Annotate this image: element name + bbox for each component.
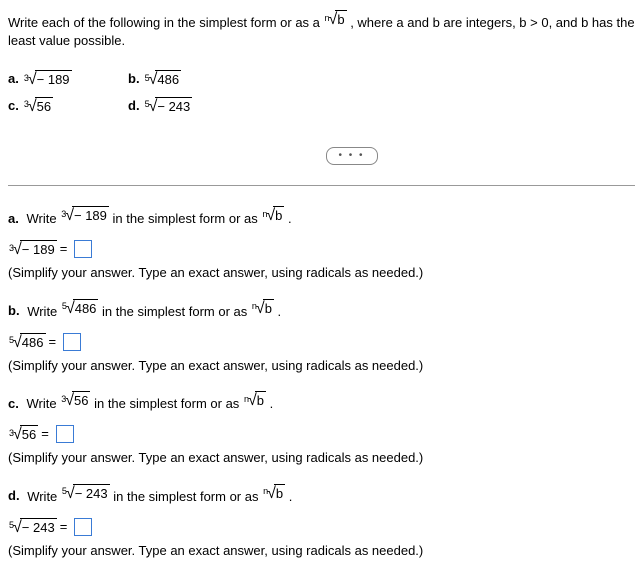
part-d-word: Write bbox=[27, 488, 57, 503]
part-a: a. Write 3√− 189 in the simplest form or… bbox=[8, 204, 635, 283]
part-d-nradicand: b bbox=[274, 484, 285, 503]
part-b-nradicand: b bbox=[263, 299, 274, 318]
part-c-mid: in the simplest form or as bbox=[94, 396, 239, 411]
part-c-word: Write bbox=[26, 396, 56, 411]
part-c-nradicand: b bbox=[255, 391, 266, 410]
problem-c: c. 3√56 bbox=[8, 95, 128, 117]
part-c-prompt: c. Write 3√56 in the simplest form or as… bbox=[8, 389, 635, 413]
part-c-note: (Simplify your answer. Type an exact ans… bbox=[8, 449, 635, 467]
part-d-answer-input[interactable] bbox=[74, 518, 92, 536]
part-c-equals: = bbox=[41, 425, 49, 443]
part-d-radicand: − 243 bbox=[73, 484, 110, 503]
problem-d-radical: 5√− 243 bbox=[144, 95, 193, 117]
part-d: d. Write 5√− 243 in the simplest form or… bbox=[8, 482, 635, 561]
part-b-equals: = bbox=[49, 333, 57, 351]
part-a-nradicand: b bbox=[273, 206, 284, 225]
part-d-nroot: n√b bbox=[262, 482, 285, 504]
problem-c-radicand: 56 bbox=[35, 97, 53, 116]
part-b-prompt: b. Write 5√486 in the simplest form or a… bbox=[8, 297, 635, 321]
part-c-letter: c. bbox=[8, 396, 19, 411]
part-c-eq-radical: 3√56 bbox=[8, 423, 38, 445]
part-b-equation: 5√486 = bbox=[8, 331, 635, 353]
part-d-period: . bbox=[289, 488, 293, 503]
part-a-word: Write bbox=[26, 211, 56, 226]
part-b: b. Write 5√486 in the simplest form or a… bbox=[8, 297, 635, 376]
part-b-mid: in the simplest form or as bbox=[102, 303, 247, 318]
part-b-radicand: 486 bbox=[73, 299, 99, 318]
part-d-mid: in the simplest form or as bbox=[113, 488, 258, 503]
instruction-pre: Write each of the following in the simpl… bbox=[8, 15, 320, 30]
part-a-mid: in the simplest form or as bbox=[113, 211, 258, 226]
part-d-eq-radical: 5√− 243 bbox=[8, 516, 57, 538]
problem-grid: a. 3√− 189 b. 5√486 c. 3√56 d. 5√− 243 bbox=[8, 68, 635, 117]
problem-b: b. 5√486 bbox=[128, 68, 248, 90]
part-a-equation: 3√− 189 = bbox=[8, 238, 635, 260]
instruction-text: Write each of the following in the simpl… bbox=[8, 8, 635, 50]
instruction-radicand: b bbox=[335, 10, 346, 29]
part-d-eq-radicand: − 243 bbox=[20, 518, 57, 537]
part-a-radical: 3√− 189 bbox=[60, 204, 109, 226]
part-a-eq-radical: 3√− 189 bbox=[8, 238, 57, 260]
part-b-word: Write bbox=[27, 303, 57, 318]
problem-a-radicand: − 189 bbox=[35, 70, 72, 89]
part-a-equals: = bbox=[60, 240, 68, 258]
part-a-letter: a. bbox=[8, 211, 19, 226]
divider bbox=[8, 185, 635, 186]
problem-d: d. 5√− 243 bbox=[128, 95, 248, 117]
problem-b-radicand: 486 bbox=[155, 70, 181, 89]
more-button[interactable]: • • • bbox=[326, 147, 378, 165]
part-d-letter: d. bbox=[8, 488, 20, 503]
part-a-radicand: − 189 bbox=[72, 206, 109, 225]
part-b-period: . bbox=[278, 303, 282, 318]
part-b-nroot: n√b bbox=[251, 297, 274, 319]
part-a-eq-radicand: − 189 bbox=[20, 240, 57, 259]
part-a-nroot: n√b bbox=[261, 204, 284, 226]
part-a-answer-input[interactable] bbox=[74, 240, 92, 258]
part-c: c. Write 3√56 in the simplest form or as… bbox=[8, 389, 635, 468]
part-d-equals: = bbox=[60, 518, 68, 536]
part-c-eq-radicand: 56 bbox=[20, 425, 38, 444]
problem-b-radical: 5√486 bbox=[144, 68, 182, 90]
problem-b-letter: b. bbox=[128, 70, 140, 88]
part-c-nroot: n√b bbox=[243, 389, 266, 411]
problem-c-letter: c. bbox=[8, 97, 19, 115]
part-c-radical: 3√56 bbox=[60, 389, 90, 411]
problem-d-radicand: − 243 bbox=[155, 97, 192, 116]
part-a-prompt: a. Write 3√− 189 in the simplest form or… bbox=[8, 204, 635, 228]
part-b-letter: b. bbox=[8, 303, 20, 318]
part-b-eq-radicand: 486 bbox=[20, 333, 46, 352]
problem-a: a. 3√− 189 bbox=[8, 68, 128, 90]
part-d-note: (Simplify your answer. Type an exact ans… bbox=[8, 542, 635, 560]
part-b-note: (Simplify your answer. Type an exact ans… bbox=[8, 357, 635, 375]
part-d-prompt: d. Write 5√− 243 in the simplest form or… bbox=[8, 482, 635, 506]
part-b-answer-input[interactable] bbox=[63, 333, 81, 351]
part-d-radical: 5√− 243 bbox=[61, 482, 110, 504]
part-c-radicand: 56 bbox=[72, 391, 90, 410]
problem-a-radical: 3√− 189 bbox=[23, 68, 72, 90]
problem-a-letter: a. bbox=[8, 70, 19, 88]
problem-d-letter: d. bbox=[128, 97, 140, 115]
part-b-eq-radical: 5√486 bbox=[8, 331, 46, 353]
part-a-note: (Simplify your answer. Type an exact ans… bbox=[8, 264, 635, 282]
problem-c-radical: 3√56 bbox=[23, 95, 53, 117]
part-c-period: . bbox=[270, 396, 274, 411]
instruction-radical: n√b bbox=[324, 8, 347, 30]
part-a-period: . bbox=[288, 211, 292, 226]
part-b-radical: 5√486 bbox=[61, 297, 99, 319]
part-c-answer-input[interactable] bbox=[56, 425, 74, 443]
ellipsis-icon: • • • bbox=[338, 149, 364, 163]
part-d-equation: 5√− 243 = bbox=[8, 516, 635, 538]
part-c-equation: 3√56 = bbox=[8, 423, 635, 445]
